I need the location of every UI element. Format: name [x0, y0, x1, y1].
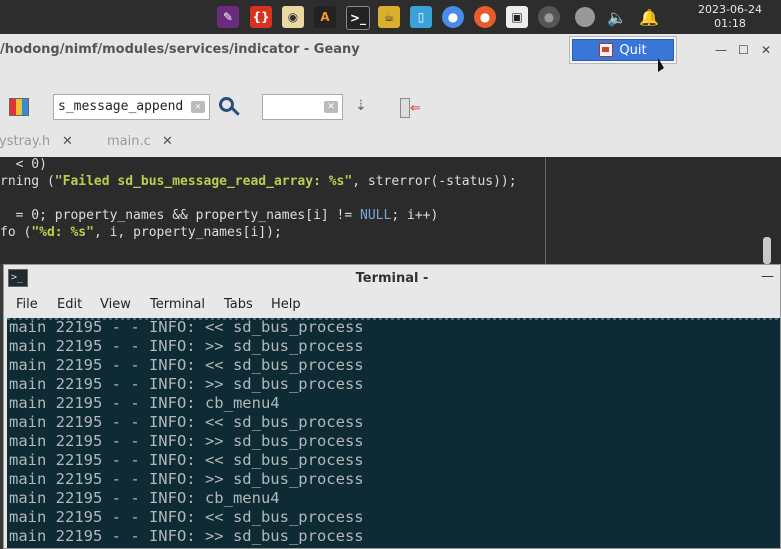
- long-line-marker: [545, 157, 546, 264]
- terminal-window: >_ Terminal - — File Edit View Terminal …: [3, 264, 781, 549]
- search-input-value: s_message_append: [58, 99, 184, 114]
- quit-label: Quit: [619, 42, 647, 58]
- circle-icon[interactable]: ●: [538, 6, 560, 28]
- terminal-title: Terminal -: [355, 271, 429, 286]
- pen-icon[interactable]: ✎: [217, 6, 239, 28]
- menu-file[interactable]: File: [16, 297, 38, 312]
- close-icon[interactable]: ✕: [761, 43, 771, 57]
- clear-search-icon[interactable]: ✕: [191, 101, 205, 113]
- code-line: < 0): [15, 157, 47, 172]
- terminal-line: main 22195 - - INFO: << sd_bus_process: [9, 356, 364, 374]
- terminal-line: main 22195 - - INFO: >> sd_bus_process: [9, 375, 364, 393]
- terminal-line: main 22195 - - INFO: << sd_bus_process: [9, 413, 364, 431]
- volume-icon[interactable]: 🔈: [606, 6, 628, 28]
- phone-icon[interactable]: ▯: [410, 6, 432, 28]
- terminal-line: main 22195 - - INFO: cb_menu4: [9, 394, 280, 412]
- code-line: fo ("%d: %s", i, property_names[i]);: [0, 225, 282, 240]
- jump-to-line-icon[interactable]: ⇣: [355, 98, 371, 116]
- clock-time: 01:18: [714, 17, 746, 30]
- find-icon-handle: [231, 107, 240, 116]
- search-input[interactable]: s_message_append ✕: [53, 94, 210, 120]
- clock[interactable]: 2023-06-24 01:18: [689, 3, 771, 31]
- terminal-line: main 22195 - - INFO: >> sd_bus_process: [9, 470, 364, 488]
- editor-tabs: ystray.h ✕ main.c ✕: [0, 130, 781, 154]
- top-panel: ✎ {} ◉ A >_ ☕ ▯ ● ● ▣ ● 🔈 🔔 2023-06-24 0…: [0, 0, 781, 34]
- clear-goto-icon[interactable]: ✕: [324, 101, 338, 113]
- code-line: rning ("Failed sd_bus_message_read_array…: [0, 174, 517, 189]
- terminal-line: main 22195 - - INFO: >> sd_bus_process: [9, 432, 364, 450]
- bell-icon[interactable]: 🔔: [638, 6, 660, 28]
- code-line: = 0; property_names && property_names[i]…: [15, 208, 439, 223]
- terminal-icon[interactable]: >_: [346, 6, 370, 30]
- teapot-icon[interactable]: ☕: [378, 6, 400, 28]
- tab-systray[interactable]: ystray.h: [0, 134, 50, 149]
- terminal-line: main 22195 - - INFO: >> sd_bus_process: [9, 337, 364, 355]
- terminal-line: main 22195 - - INFO: << sd_bus_process: [9, 508, 364, 526]
- mouse-cursor-icon: [658, 58, 664, 72]
- film-icon[interactable]: ▣: [506, 6, 528, 28]
- quit-icon: [599, 43, 614, 57]
- color-chooser-icon[interactable]: [9, 98, 29, 116]
- window-title: /hodong/nimf/modules/services/indicator …: [0, 42, 360, 57]
- minimize-icon[interactable]: —: [761, 269, 774, 284]
- menu-help[interactable]: Help: [271, 297, 301, 312]
- chrome-icon[interactable]: ●: [442, 6, 464, 28]
- terminal-titlebar[interactable]: >_ Terminal - —: [4, 265, 780, 291]
- close-tab-icon[interactable]: ✕: [162, 134, 173, 149]
- clock-date: 2023-06-24: [698, 3, 762, 16]
- maximize-icon[interactable]: ☐: [738, 43, 749, 57]
- terminal-line: main 22195 - - INFO: cb_menu4: [9, 489, 280, 507]
- minimize-icon[interactable]: —: [715, 43, 727, 57]
- menu-edit[interactable]: Edit: [57, 297, 82, 312]
- menu-view[interactable]: View: [100, 297, 131, 312]
- terminal-a-icon[interactable]: A: [314, 6, 336, 28]
- terminal-line: main 22195 - - INFO: << sd_bus_process: [9, 451, 364, 469]
- editor-scrollbar[interactable]: [763, 237, 771, 264]
- goto-line-input[interactable]: ✕: [262, 94, 343, 120]
- indicator-icon[interactable]: [575, 7, 595, 27]
- brackets-icon[interactable]: {}: [250, 6, 272, 28]
- code-editor[interactable]: < 0) rning ("Failed sd_bus_message_read_…: [0, 157, 781, 264]
- terminal-output[interactable]: main 22195 - - INFO: << sd_bus_process m…: [7, 318, 780, 548]
- quit-toolbar-icon[interactable]: [400, 98, 410, 118]
- menu-terminal[interactable]: Terminal: [150, 297, 205, 312]
- terminal-line: main 22195 - - INFO: << sd_bus_process: [9, 318, 364, 336]
- terminal-menubar: File Edit View Terminal Tabs Help: [4, 293, 780, 317]
- quit-arrow-icon: ⇐: [410, 101, 421, 116]
- terminal-line: main 22195 - - INFO: >> sd_bus_process: [9, 527, 364, 545]
- disc-icon[interactable]: ◉: [282, 6, 304, 28]
- close-tab-icon[interactable]: ✕: [62, 134, 73, 149]
- firefox-icon[interactable]: ●: [474, 6, 496, 28]
- menu-tabs[interactable]: Tabs: [224, 297, 253, 312]
- tab-main-c[interactable]: main.c: [107, 134, 151, 149]
